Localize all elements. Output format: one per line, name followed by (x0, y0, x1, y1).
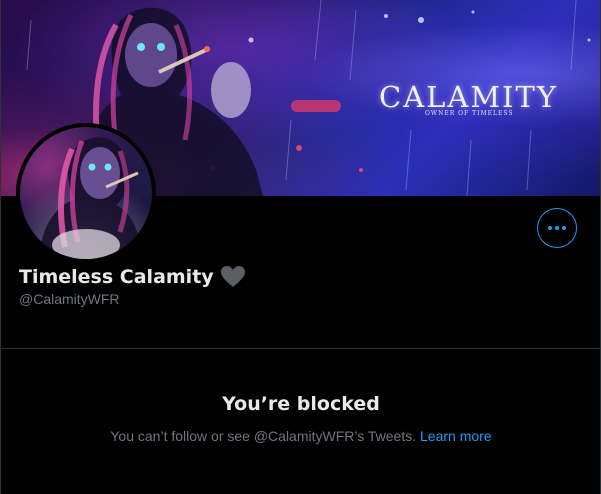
heart-icon (220, 266, 245, 287)
profile-name-row: Timeless Calamity (19, 265, 246, 289)
blocked-message-text: You can’t follow or see @CalamityWFR’s T… (110, 428, 417, 444)
display-name: Timeless Calamity (19, 266, 214, 288)
banner-title: CALAMITY (379, 80, 558, 114)
avatar-artwork (40, 137, 142, 259)
learn-more-link[interactable]: Learn more (420, 428, 492, 444)
avatar[interactable] (16, 123, 156, 263)
more-horizontal-icon (548, 226, 566, 230)
blocked-message: You can’t follow or see @CalamityWFR’s T… (1, 428, 600, 444)
banner-subtitle: OWNER OF TIMELESS (425, 110, 514, 117)
blocked-title: You’re blocked (222, 393, 380, 415)
more-options-button[interactable] (537, 208, 577, 248)
divider (1, 348, 600, 349)
profile-handle: @CalamityWFR (19, 291, 120, 307)
profile-page: CALAMITY OWNER OF TIMELESS Timeless Cala… (0, 0, 601, 494)
